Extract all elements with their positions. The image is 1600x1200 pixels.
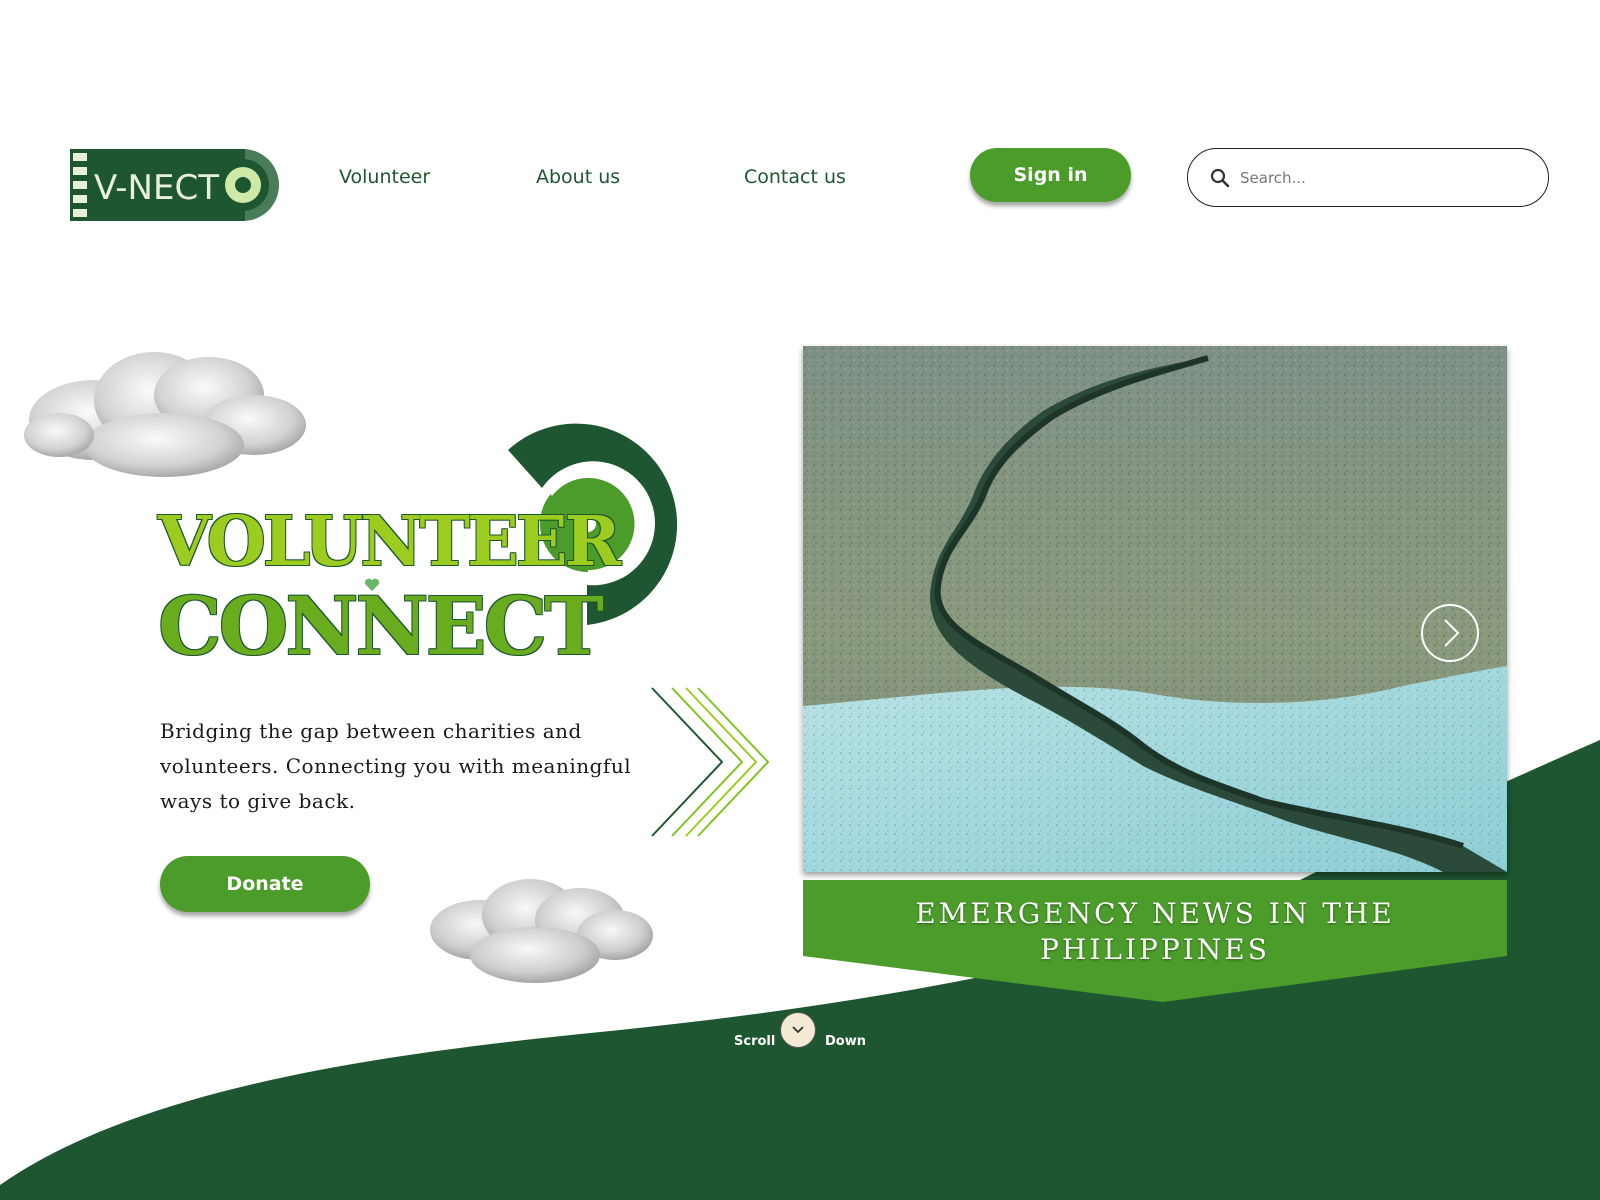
news-photo (803, 346, 1507, 872)
hero-title-line1: VOLUNTEER (158, 502, 621, 582)
chevron-right-icon (1444, 619, 1460, 647)
search-input[interactable] (1240, 168, 1520, 187)
hero-tagline: Bridging the gap between charities and v… (160, 719, 632, 813)
donate-button[interactable]: Donate (160, 856, 370, 912)
cloud-decoration (24, 352, 306, 477)
nav-about-us[interactable]: About us (536, 166, 620, 188)
hero-title-line2: CONNECT (158, 579, 604, 673)
chevrons-decoration (651, 687, 770, 837)
search-box[interactable] (1187, 148, 1549, 207)
cloud-decoration (430, 879, 653, 983)
svg-text:V-NECT: V-NECT (94, 168, 219, 208)
scroll-label: Scroll (734, 1034, 776, 1049)
scroll-down-button[interactable] (780, 1012, 816, 1048)
down-label: Down (825, 1034, 866, 1049)
hero-title: VOLUNTEER CONNECT (158, 502, 621, 673)
v-nect-logo: V-NECT (70, 149, 279, 221)
sign-in-button[interactable]: Sign in (970, 148, 1131, 202)
next-slide-button[interactable] (1420, 603, 1480, 663)
news-caption[interactable]: EMERGENCY NEWS IN THE PHILIPPINES (803, 896, 1507, 968)
search-icon (1210, 168, 1230, 187)
chevron-down-icon (792, 1026, 804, 1034)
page: V-NECT Volunteer About us Contact us Sig… (0, 0, 1600, 1200)
heart-icon (364, 578, 380, 591)
nav-volunteer[interactable]: Volunteer (339, 166, 430, 188)
nav-contact-us[interactable]: Contact us (744, 166, 846, 188)
